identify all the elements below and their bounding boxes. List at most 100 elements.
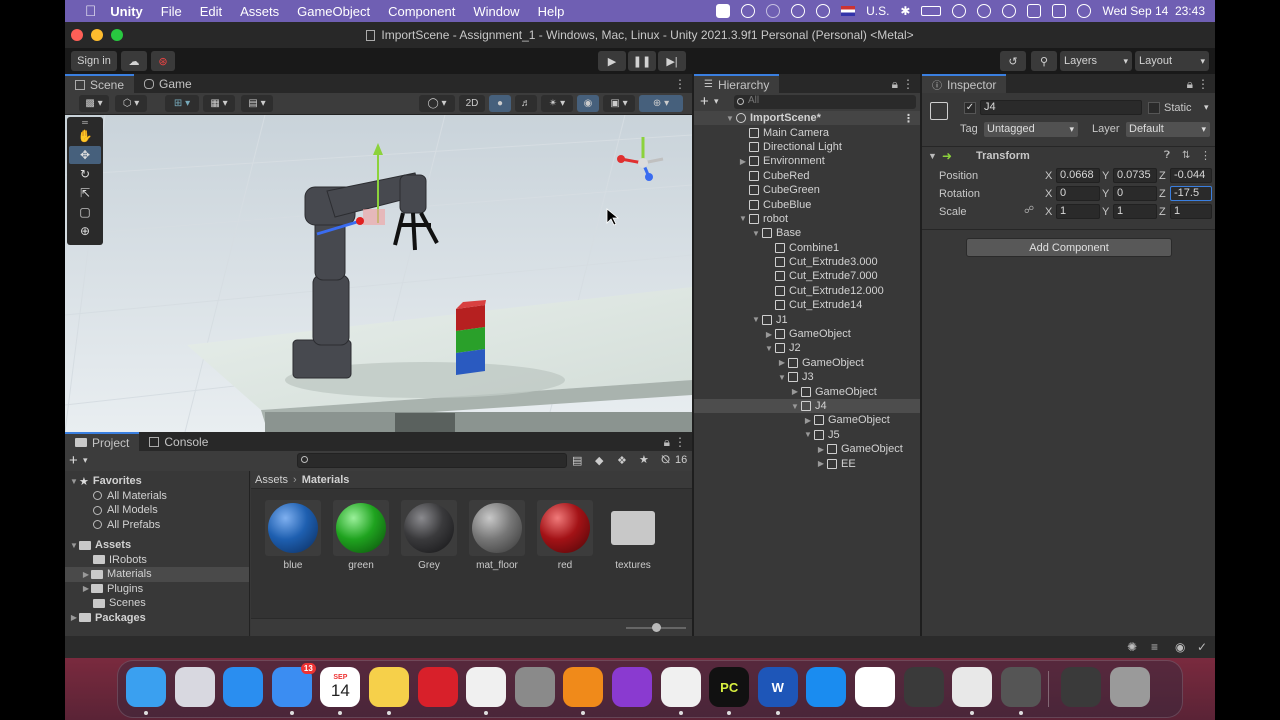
- hierarchy-search-input[interactable]: All: [734, 95, 916, 109]
- expand-arrow-icon[interactable]: ▶: [776, 358, 788, 367]
- hierarchy-item[interactable]: Cut_Extrude3.000: [694, 255, 920, 269]
- flag-icon[interactable]: [841, 6, 856, 16]
- step-button[interactable]: ▶|: [658, 51, 686, 71]
- siri-icon[interactable]: [1077, 4, 1092, 18]
- scale-z-label[interactable]: Z: [1159, 206, 1166, 218]
- asset-red[interactable]: red: [535, 500, 595, 571]
- expand-arrow-icon[interactable]: ▼: [750, 229, 762, 238]
- rotate-tool-icon[interactable]: ↻: [69, 165, 101, 183]
- trash-icon[interactable]: [1110, 667, 1150, 707]
- cache-server-icon[interactable]: ◉: [1175, 640, 1185, 654]
- tab-scene[interactable]: Scene: [65, 74, 135, 93]
- expand-arrow-icon[interactable]: ▼: [724, 114, 736, 123]
- hierarchy-item[interactable]: ▶ GameObject: [694, 327, 920, 341]
- pause-button[interactable]: ❚❚: [628, 51, 656, 71]
- chevron-down-icon[interactable]: ▾: [714, 96, 719, 107]
- tools-handle-icon[interactable]: ═: [69, 118, 101, 127]
- tag-icon[interactable]: ❖: [617, 454, 627, 467]
- hierarchy-item[interactable]: Main Camera: [694, 125, 920, 139]
- asset-green[interactable]: green: [331, 500, 391, 571]
- position-x-field[interactable]: 0.0668: [1056, 168, 1100, 183]
- screen-mirroring-icon[interactable]: [952, 4, 967, 18]
- battery-icon[interactable]: [921, 6, 942, 16]
- thumbnail-size-slider[interactable]: [626, 623, 686, 632]
- lock-icon[interactable]: 🔒︎: [1187, 77, 1193, 92]
- layers-stack-icon[interactable]: ≡: [1151, 640, 1158, 654]
- tree-all-materials[interactable]: All Materials: [65, 489, 249, 504]
- render-mode-button[interactable]: ⬡ ▾: [115, 95, 147, 112]
- notes-icon[interactable]: [369, 667, 409, 707]
- phone-icon[interactable]: [903, 667, 944, 707]
- rotation-y-field[interactable]: 0: [1113, 186, 1157, 201]
- preset-icon[interactable]: ⇅: [1182, 150, 1190, 161]
- expand-arrow-icon[interactable]: ▶: [815, 459, 827, 468]
- shading-sphere-button[interactable]: ◯ ▾: [419, 95, 455, 112]
- photo-booth-icon[interactable]: [417, 667, 458, 707]
- expand-arrow-icon[interactable]: ▶: [81, 570, 91, 579]
- add-component-button[interactable]: Add Component: [966, 238, 1172, 257]
- tag-dropdown[interactable]: Untagged: [984, 122, 1078, 137]
- unity-status-icon[interactable]: [741, 4, 756, 18]
- safari-icon[interactable]: [223, 667, 264, 707]
- hierarchy-scene-row[interactable]: ▼ ImportScene* ⋮: [694, 111, 920, 126]
- expand-arrow-icon[interactable]: ▼: [69, 541, 79, 550]
- asset-grey[interactable]: Grey: [399, 500, 459, 571]
- visibility-toggle[interactable]: ◉: [577, 95, 599, 112]
- tab-game[interactable]: Game: [134, 74, 202, 93]
- rotation-x-label[interactable]: X: [1045, 188, 1052, 200]
- history-icon[interactable]: ↺: [1000, 51, 1026, 71]
- hierarchy-item[interactable]: ▶ GameObject: [694, 356, 920, 370]
- hierarchy-item[interactable]: Combine1: [694, 241, 920, 255]
- move-tool-icon[interactable]: ✥: [69, 146, 101, 164]
- layout-dropdown[interactable]: Layout ▾: [1135, 51, 1209, 71]
- mail-icon[interactable]: 13: [271, 663, 316, 707]
- asset-mat-floor[interactable]: mat_floor: [467, 500, 527, 571]
- zoom-window-button[interactable]: [111, 29, 123, 41]
- rotation-z-label[interactable]: Z: [1159, 188, 1166, 200]
- lighting-toggle[interactable]: ●: [489, 95, 511, 112]
- expand-arrow-icon[interactable]: ▶: [763, 330, 775, 339]
- chevron-down-icon[interactable]: ▾: [83, 455, 88, 466]
- debug-icon[interactable]: ✺: [1127, 640, 1137, 654]
- scene-viewport[interactable]: ═ ✋ ✥ ↻ ⇱ ▢ ⊕: [65, 115, 692, 432]
- hierarchy-item[interactable]: ▼ J3: [694, 370, 920, 384]
- expand-arrow-icon[interactable]: ▼: [789, 402, 801, 411]
- input-source-label[interactable]: U.S.: [866, 4, 889, 18]
- slack-icon[interactable]: [855, 667, 895, 707]
- scale-x-field[interactable]: 1: [1056, 204, 1100, 219]
- collab-status-icon[interactable]: ✓: [1197, 640, 1207, 654]
- hierarchy-item[interactable]: Cut_Extrude7.000: [694, 269, 920, 283]
- hierarchy-item[interactable]: Cut_Extrude14: [694, 298, 920, 312]
- hierarchy-item[interactable]: ▼ robot: [694, 212, 920, 226]
- camera-button[interactable]: ▣ ▾: [603, 95, 635, 112]
- minimized-window-icon[interactable]: [1061, 667, 1102, 707]
- position-y-field[interactable]: 0.0735: [1113, 168, 1157, 183]
- hierarchy-item[interactable]: ▼ Base: [694, 226, 920, 240]
- rotation-y-label[interactable]: Y: [1102, 188, 1109, 200]
- menu-edit[interactable]: Edit: [200, 4, 222, 19]
- position-z-field[interactable]: -0.044: [1170, 168, 1212, 183]
- system-preferences-icon[interactable]: [514, 667, 555, 707]
- search-icon[interactable]: ⚲: [1031, 51, 1057, 71]
- hierarchy-item[interactable]: ▶ GameObject: [694, 442, 920, 456]
- asset-blue[interactable]: blue: [263, 500, 323, 571]
- hierarchy-item[interactable]: CubeRed: [694, 169, 920, 183]
- hierarchy-item[interactable]: Cut_Extrude12.000: [694, 284, 920, 298]
- menu-assets[interactable]: Assets: [240, 4, 279, 19]
- minimize-window-button[interactable]: [91, 29, 103, 41]
- kebab-menu-icon[interactable]: ⋮: [1197, 77, 1209, 91]
- expand-arrow-icon[interactable]: ▶: [737, 157, 749, 166]
- collab-icon[interactable]: ⊛: [151, 51, 175, 71]
- close-window-button[interactable]: [71, 29, 83, 41]
- chrome-icon[interactable]: [466, 667, 507, 707]
- tree-assets[interactable]: ▼ Assets: [65, 538, 249, 553]
- scene-menu-icon[interactable]: ⋮: [903, 112, 914, 125]
- unity-hub-icon[interactable]: [952, 667, 993, 707]
- hierarchy-item[interactable]: ▼ J2: [694, 341, 920, 355]
- asset-textures-folder[interactable]: textures: [603, 500, 663, 571]
- menu-window[interactable]: Window: [473, 4, 519, 19]
- draw-mode-button[interactable]: ▩ ▾: [79, 95, 109, 112]
- hierarchy-item[interactable]: Directional Light: [694, 140, 920, 154]
- position-z-label[interactable]: Z: [1159, 170, 1166, 182]
- grid-toggle[interactable]: ▦ ▾: [203, 95, 235, 112]
